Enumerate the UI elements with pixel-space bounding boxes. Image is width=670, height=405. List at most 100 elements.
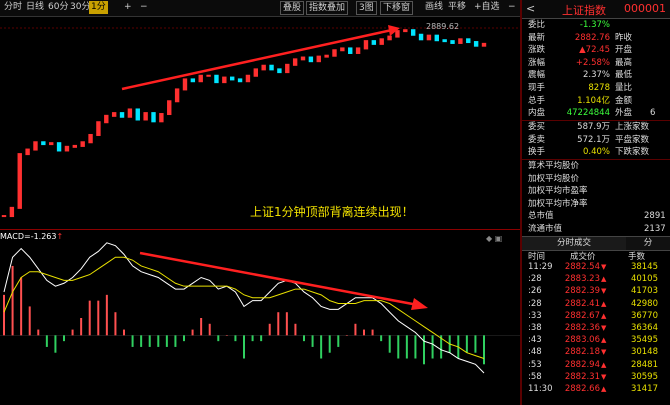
price-segment xyxy=(355,47,361,54)
col-volume-header: 手数 xyxy=(628,252,646,262)
trade-row[interactable]: :43 2883.06 ▲ 35495 xyxy=(522,335,670,346)
macd-bar xyxy=(243,335,245,359)
price-segment xyxy=(363,40,369,50)
trade-row[interactable]: :33 2882.67 ▲ 36770 xyxy=(522,311,670,322)
trade-volume: 41703 xyxy=(630,286,658,297)
macd-bar xyxy=(397,335,400,359)
price-segment xyxy=(410,29,416,36)
price-segment xyxy=(1,215,7,218)
trade-row[interactable]: :28 2882.41 ▲ 42980 xyxy=(522,299,670,310)
trade-time: :26 xyxy=(528,286,542,297)
price-segment xyxy=(481,42,487,47)
price-segment xyxy=(182,78,188,91)
trade-price: 2882.67 xyxy=(564,310,600,321)
quote-row: 现手 8278 量比 xyxy=(522,82,670,94)
trade-volume: 30595 xyxy=(630,371,658,382)
price-segment xyxy=(229,76,235,81)
trade-time: 11:29 xyxy=(528,262,553,272)
trade-row[interactable]: 11:29 2882.54 ▼ 38145 xyxy=(522,262,670,273)
trade-direction-icon: ▲ xyxy=(601,311,607,320)
price-segment xyxy=(214,74,219,84)
price-segment xyxy=(49,142,54,146)
trade-time: 11:30 xyxy=(528,384,553,394)
market-stat-key: 流通市值 xyxy=(528,223,563,234)
macd-bar xyxy=(345,335,348,336)
macd-bar xyxy=(260,335,263,342)
zoom-in-button[interactable]: + xyxy=(122,1,134,14)
trade-price: 2882.41 xyxy=(564,298,600,309)
trade-price: 2882.18 xyxy=(564,347,600,358)
back-icon[interactable]: < xyxy=(526,2,535,15)
zoom-out-button[interactable]: − xyxy=(138,1,150,14)
macd-bar xyxy=(191,329,194,336)
price-segment xyxy=(41,141,46,146)
price-segment xyxy=(332,49,337,57)
trade-row[interactable]: :28 2883.23 ▲ 40105 xyxy=(522,274,670,285)
remove-watchlist-button[interactable]: − xyxy=(506,1,518,14)
quote-key-2: 金额 xyxy=(615,95,633,106)
trade-row[interactable]: 11:30 2882.66 ▲ 31417 xyxy=(522,384,670,395)
tab-fenshi[interactable]: 分时 xyxy=(2,1,24,14)
trade-time: :58 xyxy=(528,371,542,382)
draw-line-button[interactable]: 画线 xyxy=(423,1,445,14)
overlay-stock-button[interactable]: 叠股 xyxy=(280,1,305,15)
price-segment xyxy=(300,56,306,61)
macd-bar xyxy=(474,335,477,353)
trade-row[interactable]: :38 2882.36 ▼ 36364 xyxy=(522,323,670,334)
quote-row: 总手 1.104亿 金额 xyxy=(522,95,670,107)
trade-row[interactable]: :48 2882.18 ▼ 30148 xyxy=(522,347,670,358)
macd-bar xyxy=(337,335,340,347)
macd-chart[interactable] xyxy=(0,231,520,405)
quote-key-2: 开盘 xyxy=(615,45,633,56)
macd-bar xyxy=(71,329,74,336)
three-charts-button[interactable]: 3图 xyxy=(356,1,377,15)
trade-price: 2883.06 xyxy=(564,335,600,346)
price-segment xyxy=(450,40,455,44)
move-down-window-button[interactable]: 下移窗 xyxy=(380,1,414,15)
tab-60min[interactable]: 60分 xyxy=(46,1,70,14)
quote-value: 2882.76 xyxy=(574,32,610,43)
macd-bar xyxy=(54,335,57,353)
price-segment xyxy=(127,108,133,118)
price-segment xyxy=(119,112,125,118)
quote-row: 委比 -1.37% xyxy=(522,19,670,31)
trade-row[interactable]: :53 2882.94 ▲ 28481 xyxy=(522,360,670,371)
price-segment xyxy=(418,33,424,41)
price-segment xyxy=(285,63,290,74)
tab-tick-trades[interactable]: 分时成交 xyxy=(522,237,626,250)
trade-volume: 31417 xyxy=(630,384,658,394)
trade-row[interactable]: :58 2882.31 ▼ 30595 xyxy=(522,372,670,383)
trade-volume: 36364 xyxy=(630,323,658,333)
index-overlay-button[interactable]: 指数叠加 xyxy=(306,1,349,15)
trade-volume: 42980 xyxy=(630,298,658,309)
market-stat-row: 流通市值 2137 xyxy=(522,223,670,235)
price-segment xyxy=(17,153,22,209)
tab-1min[interactable]: 1分 xyxy=(89,1,108,14)
trade-tabs: 分时成交 分 xyxy=(522,236,670,251)
tab-daily[interactable]: 日线 xyxy=(24,1,46,14)
price-segment xyxy=(198,74,203,83)
price-segment xyxy=(340,47,345,52)
price-segment xyxy=(151,112,156,123)
trade-direction-icon: ▼ xyxy=(601,324,607,332)
price-segment xyxy=(135,108,140,121)
macd-bar xyxy=(405,335,408,359)
pan-button[interactable]: 平移 xyxy=(446,1,468,14)
macd-bar xyxy=(174,335,177,347)
macd-bar xyxy=(183,335,185,342)
trade-direction-icon: ▲ xyxy=(601,275,607,284)
macd-bar xyxy=(363,329,365,336)
price-segment xyxy=(245,74,251,83)
trade-price: 2882.36 xyxy=(564,323,600,333)
price-chart[interactable] xyxy=(0,17,520,230)
tab-more[interactable]: 分 xyxy=(626,237,670,250)
quote-key: 涨幅 xyxy=(528,57,546,68)
quote-row: 最新 2882.76 昨收 xyxy=(522,32,670,44)
index-name: 上证指数 xyxy=(562,4,606,17)
add-watchlist-button[interactable]: +自选 xyxy=(472,1,502,14)
macd-bar xyxy=(105,294,108,336)
quote-key: 委买 xyxy=(528,122,546,132)
macd-bar xyxy=(45,335,48,347)
trade-volume: 40105 xyxy=(630,274,658,285)
trade-row[interactable]: :26 2882.39 ▼ 41703 xyxy=(522,286,670,297)
